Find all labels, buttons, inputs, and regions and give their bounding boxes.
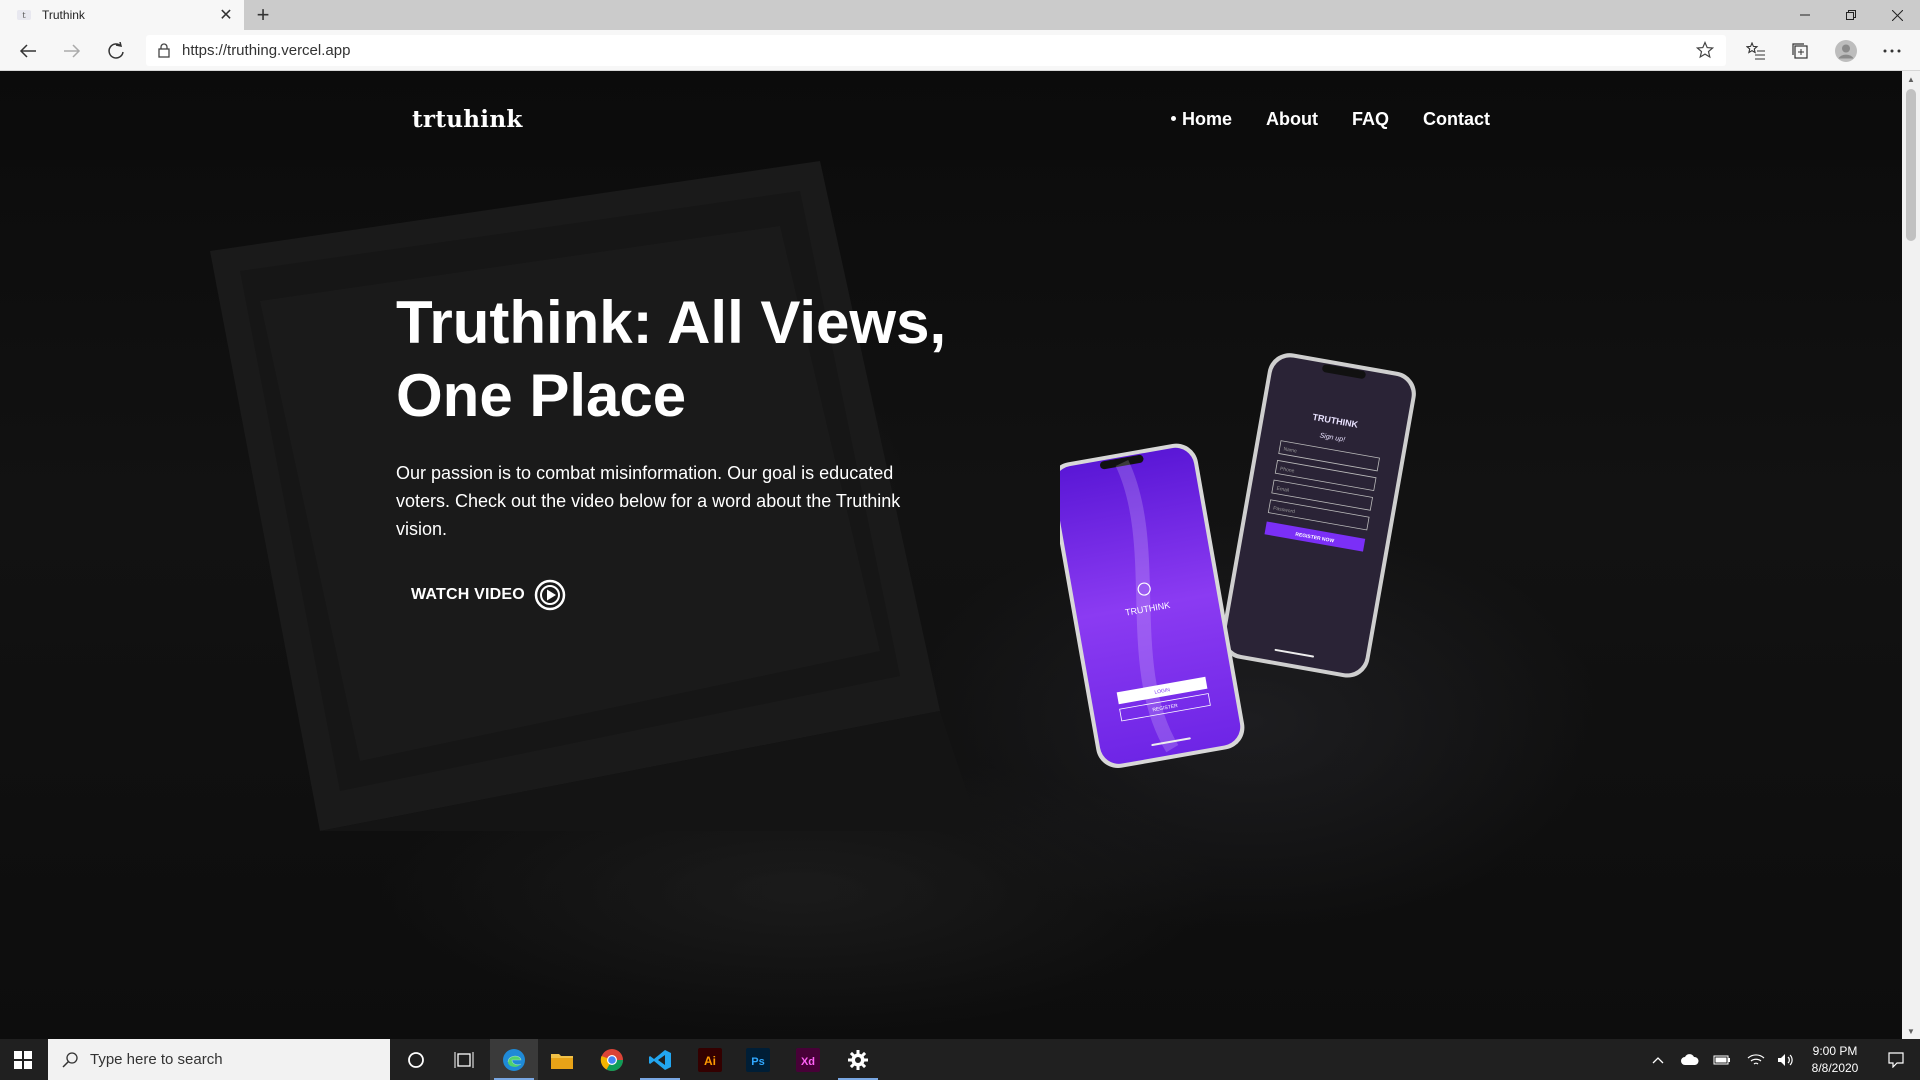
show-hidden-icons-chevron-icon[interactable] [1646,1039,1670,1080]
nav-home-label: Home [1182,109,1233,129]
profile-avatar-icon[interactable] [1830,36,1862,66]
logo-text: trtuhink [412,106,523,133]
svg-text:Ps: Ps [751,1056,764,1068]
play-circle-icon[interactable] [534,579,566,611]
settings-gear-icon[interactable] [834,1039,882,1080]
windows-taskbar: Type here to search Ai Ps Xd 9:00 PM 8/8… [0,1039,1920,1080]
taskbar-search-box[interactable]: Type here to search [48,1039,390,1080]
close-tab-icon[interactable]: ✕ [216,5,236,25]
nav-faq-label: FAQ [1352,109,1390,129]
phone-login-screen: TRUTHINK LOGIN REGISTER [1060,443,1245,768]
back-arrow-icon[interactable] [12,36,44,66]
svg-text:Ai: Ai [704,1054,716,1068]
adobe-illustrator-icon[interactable]: Ai [686,1039,734,1080]
phone-signup-screen: TRUTHINK Sign up! Name Phone Email Passw… [1221,353,1416,678]
reload-icon[interactable] [100,36,132,66]
favorites-list-icon[interactable] [1740,36,1772,66]
browser-toolbar: https://truthing.vercel.app [0,30,1920,71]
site-favicon-icon: t [17,10,31,20]
nav-contact-label: Contact [1423,109,1491,129]
taskbar-search-placeholder: Type here to search [90,1051,223,1068]
battery-icon[interactable] [1708,1039,1736,1080]
browser-tab-strip: t Truthink ✕ + [0,0,1920,30]
svg-text:Xd: Xd [801,1056,815,1068]
task-view-icon[interactable] [440,1039,488,1080]
nav-about-label: About [1266,109,1318,129]
close-window-icon[interactable] [1874,0,1920,30]
restore-window-icon[interactable] [1828,0,1874,30]
collections-icon[interactable] [1784,36,1816,66]
watch-video-button[interactable]: WATCH VIDEO [411,579,566,611]
notifications-icon[interactable] [1876,1039,1916,1080]
scroll-down-arrow-icon[interactable]: ▼ [1902,1023,1920,1039]
watch-video-label: WATCH VIDEO [411,586,525,603]
hero-title-line2: One Place [396,362,687,429]
url-text: https://truthing.vercel.app [182,42,351,59]
clock-date: 8/8/2020 [1811,1061,1859,1075]
cortana-icon[interactable] [392,1039,440,1080]
lock-icon[interactable] [146,43,182,58]
browser-tab[interactable]: t Truthink ✕ [0,0,244,30]
hero-description: Our passion is to combat misinformation.… [396,463,901,539]
nav-home[interactable]: Home [1171,109,1232,130]
volume-icon[interactable] [1772,1039,1800,1080]
adobe-xd-icon[interactable]: Xd [784,1039,832,1080]
taskbar-clock[interactable]: 9:00 PM 8/8/2020 [1800,1043,1870,1077]
adobe-photoshop-icon[interactable]: Ps [734,1039,782,1080]
chrome-icon[interactable] [588,1039,636,1080]
onedrive-cloud-icon[interactable] [1676,1039,1704,1080]
site-nav: Home About FAQ Contact [1171,109,1490,130]
nav-about[interactable]: About [1266,109,1318,130]
windows-start-icon[interactable] [0,1039,46,1080]
minimize-window-icon[interactable] [1782,0,1828,30]
page-scrollbar[interactable]: ▲ ▼ [1902,71,1920,1039]
address-bar[interactable]: https://truthing.vercel.app [146,35,1726,66]
tab-title: Truthink [42,8,85,22]
forward-arrow-icon[interactable] [56,36,88,66]
file-explorer-icon[interactable] [538,1039,586,1080]
phone-mockup-illustration: TRUTHINK Sign up! Name Phone Email Passw… [1060,353,1416,768]
more-options-icon[interactable] [1876,36,1908,66]
active-indicator-dot [1171,115,1176,121]
edge-browser-icon[interactable] [490,1039,538,1080]
search-icon [62,1051,78,1068]
nav-faq[interactable]: FAQ [1352,109,1389,130]
clock-time: 9:00 PM [1812,1044,1858,1058]
nav-contact[interactable]: Contact [1423,109,1490,130]
vscode-icon[interactable] [636,1039,684,1080]
new-tab-icon[interactable]: + [250,2,276,27]
wifi-icon[interactable] [1742,1039,1770,1080]
scroll-up-arrow-icon[interactable]: ▲ [1902,71,1920,87]
page-viewport: trtuhink Home About FAQ Contact Truthink… [0,71,1902,1039]
hero-title-line1: Truthink: All Views, [396,289,947,356]
site-logo[interactable]: trtuhink [412,106,523,133]
hero-title: Truthink: All Views, One Place [396,286,996,432]
favorite-star-icon[interactable] [1695,40,1715,64]
scrollbar-thumb[interactable] [1906,89,1916,241]
